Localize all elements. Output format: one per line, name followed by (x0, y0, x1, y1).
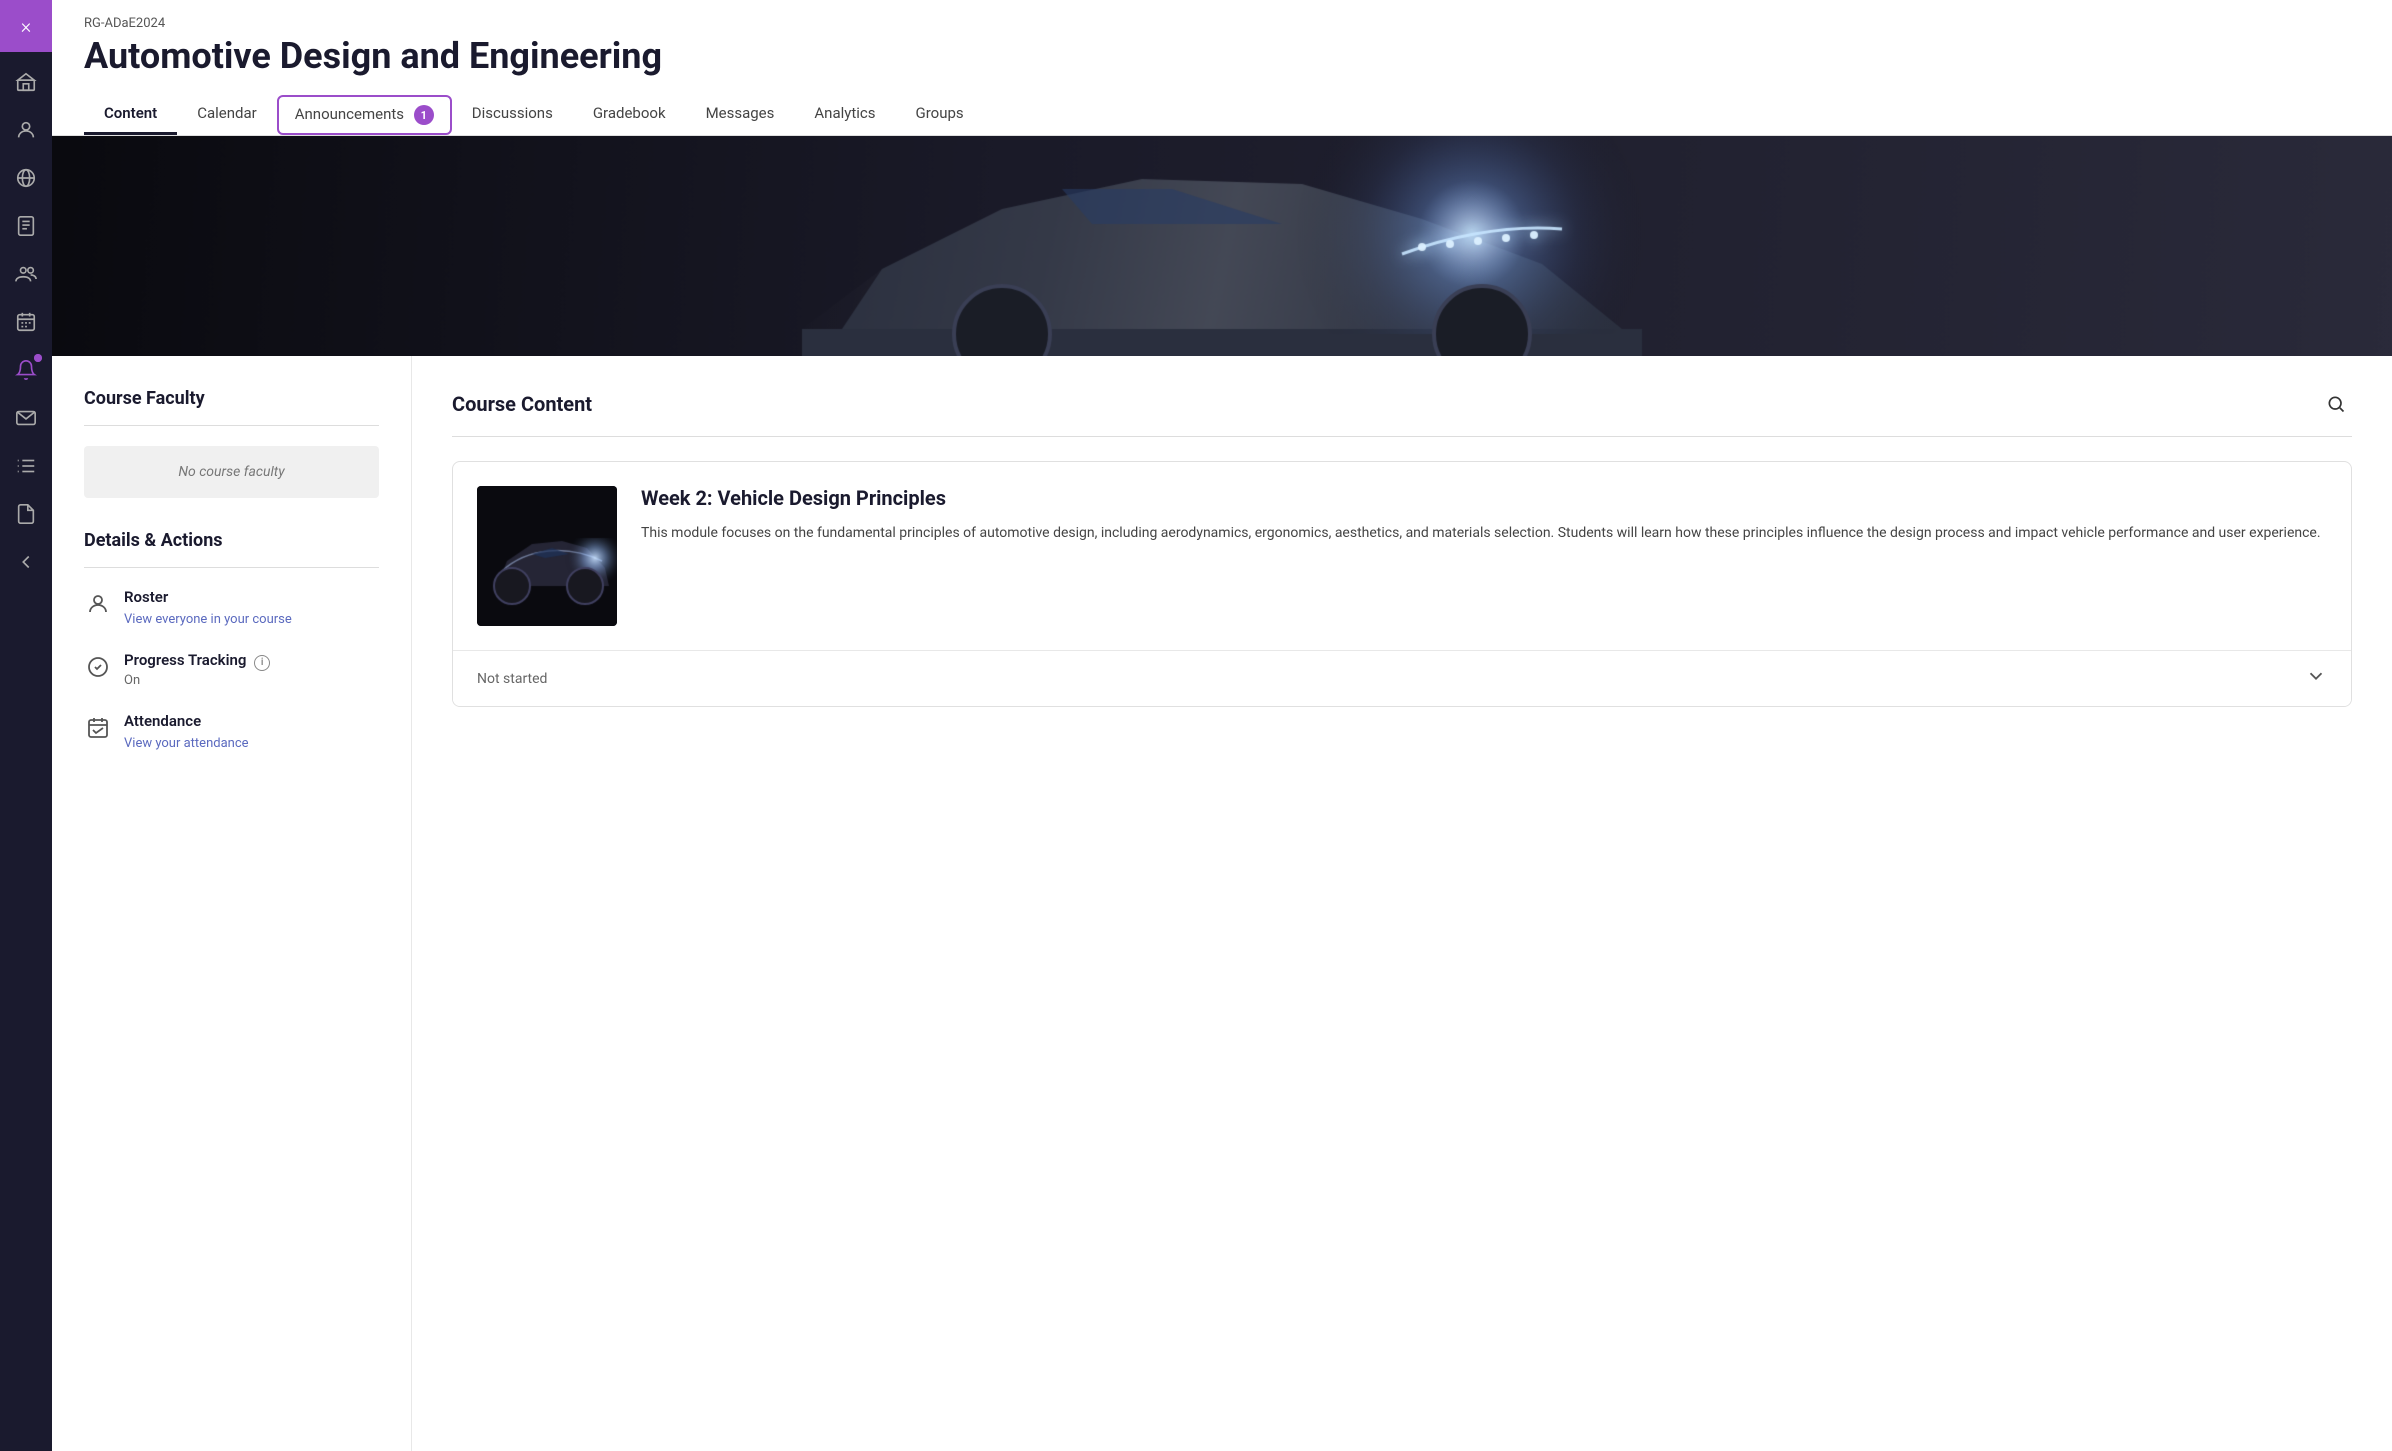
tab-announcements[interactable]: Announcements 1 (277, 95, 452, 136)
close-button[interactable]: × (0, 0, 52, 52)
tab-analytics[interactable]: Analytics (794, 94, 895, 135)
list-icon (15, 455, 37, 477)
hero-image (52, 136, 2392, 356)
faculty-divider (84, 425, 379, 426)
roster-icon (84, 590, 112, 618)
sidebar: × (0, 0, 52, 1451)
attendance-icon (84, 714, 112, 742)
progress-info-icon[interactable]: i (254, 655, 270, 671)
module-description: This module focuses on the fundamental p… (641, 522, 2327, 544)
progress-value: On (124, 673, 270, 688)
hero-canvas (52, 136, 2392, 356)
no-faculty-notice: No course faculty (84, 446, 379, 498)
sidebar-item-user[interactable] (4, 108, 48, 152)
attendance-content: Attendance View your attendance (124, 712, 249, 751)
content-area: Course Faculty No course faculty Details… (52, 356, 2392, 1451)
announcements-badge: 1 (414, 105, 434, 125)
sidebar-item-documents[interactable] (4, 492, 48, 536)
institution-icon (15, 71, 37, 93)
close-icon: × (21, 14, 31, 38)
tab-messages[interactable]: Messages (686, 94, 795, 135)
module-thumbnail-canvas (477, 486, 617, 626)
user-icon (15, 119, 37, 141)
sidebar-item-institution[interactable] (4, 60, 48, 104)
roster-detail: Roster View everyone in your course (84, 588, 379, 627)
attendance-label: Attendance (124, 712, 249, 730)
progress-content: Progress Tracking i On (124, 651, 270, 688)
course-content-title: Course Content (452, 392, 592, 416)
module-status: Not started (477, 671, 547, 687)
right-panel: Course Content Week 2: Vehicle Design Pr… (412, 356, 2392, 1451)
sidebar-nav (4, 52, 48, 1451)
sidebar-item-globe[interactable] (4, 156, 48, 200)
attendance-detail: Attendance View your attendance (84, 712, 379, 751)
groups-icon (15, 263, 37, 285)
content-search-button[interactable] (2320, 388, 2352, 420)
calendar-icon (15, 311, 37, 333)
progress-tracking-detail: Progress Tracking i On (84, 651, 379, 688)
module-thumbnail (477, 486, 617, 626)
course-title: Automotive Design and Engineering (84, 35, 2360, 78)
header: RG-ADaE2024 Automotive Design and Engine… (52, 0, 2392, 136)
main-area: RG-ADaE2024 Automotive Design and Engine… (52, 0, 2392, 1451)
notification-badge-dot (34, 354, 42, 362)
back-icon (15, 551, 37, 573)
course-content-header: Course Content (452, 388, 2352, 420)
sidebar-item-messages[interactable] (4, 396, 48, 440)
gradebook-icon (15, 215, 37, 237)
attendance-link[interactable]: View your attendance (124, 736, 249, 751)
module-info: Week 2: Vehicle Design Principles This m… (641, 486, 2327, 626)
sidebar-item-gradebook[interactable] (4, 204, 48, 248)
module-card-body: Week 2: Vehicle Design Principles This m… (453, 462, 2351, 650)
details-divider (84, 567, 379, 568)
sidebar-item-groups[interactable] (4, 252, 48, 296)
module-title: Week 2: Vehicle Design Principles (641, 486, 2327, 510)
tabs-nav: Content Calendar Announcements 1 Discuss… (84, 94, 2360, 135)
tab-content[interactable]: Content (84, 94, 177, 135)
sidebar-item-list[interactable] (4, 444, 48, 488)
roster-content: Roster View everyone in your course (124, 588, 292, 627)
progress-label: Progress Tracking i (124, 651, 270, 671)
module-card: Week 2: Vehicle Design Principles This m… (452, 461, 2352, 707)
details-section-title: Details & Actions (84, 530, 379, 551)
roster-label: Roster (124, 588, 292, 606)
tab-groups[interactable]: Groups (896, 94, 984, 135)
sidebar-item-notifications[interactable] (4, 348, 48, 392)
module-footer: Not started (453, 650, 2351, 706)
roster-link[interactable]: View everyone in your course (124, 612, 292, 627)
course-code: RG-ADaE2024 (84, 16, 2360, 31)
progress-icon (84, 653, 112, 681)
globe-icon (15, 167, 37, 189)
sidebar-item-calendar[interactable] (4, 300, 48, 344)
bell-icon (15, 359, 37, 381)
left-panel: Course Faculty No course faculty Details… (52, 356, 412, 1451)
tab-gradebook[interactable]: Gradebook (573, 94, 686, 135)
expand-module-button[interactable] (2305, 665, 2327, 692)
faculty-section-title: Course Faculty (84, 388, 379, 409)
mail-icon (15, 407, 37, 429)
content-divider (452, 436, 2352, 437)
tab-calendar[interactable]: Calendar (177, 94, 277, 135)
tab-discussions[interactable]: Discussions (452, 94, 573, 135)
document-icon (15, 503, 37, 525)
sidebar-item-back[interactable] (4, 540, 48, 584)
